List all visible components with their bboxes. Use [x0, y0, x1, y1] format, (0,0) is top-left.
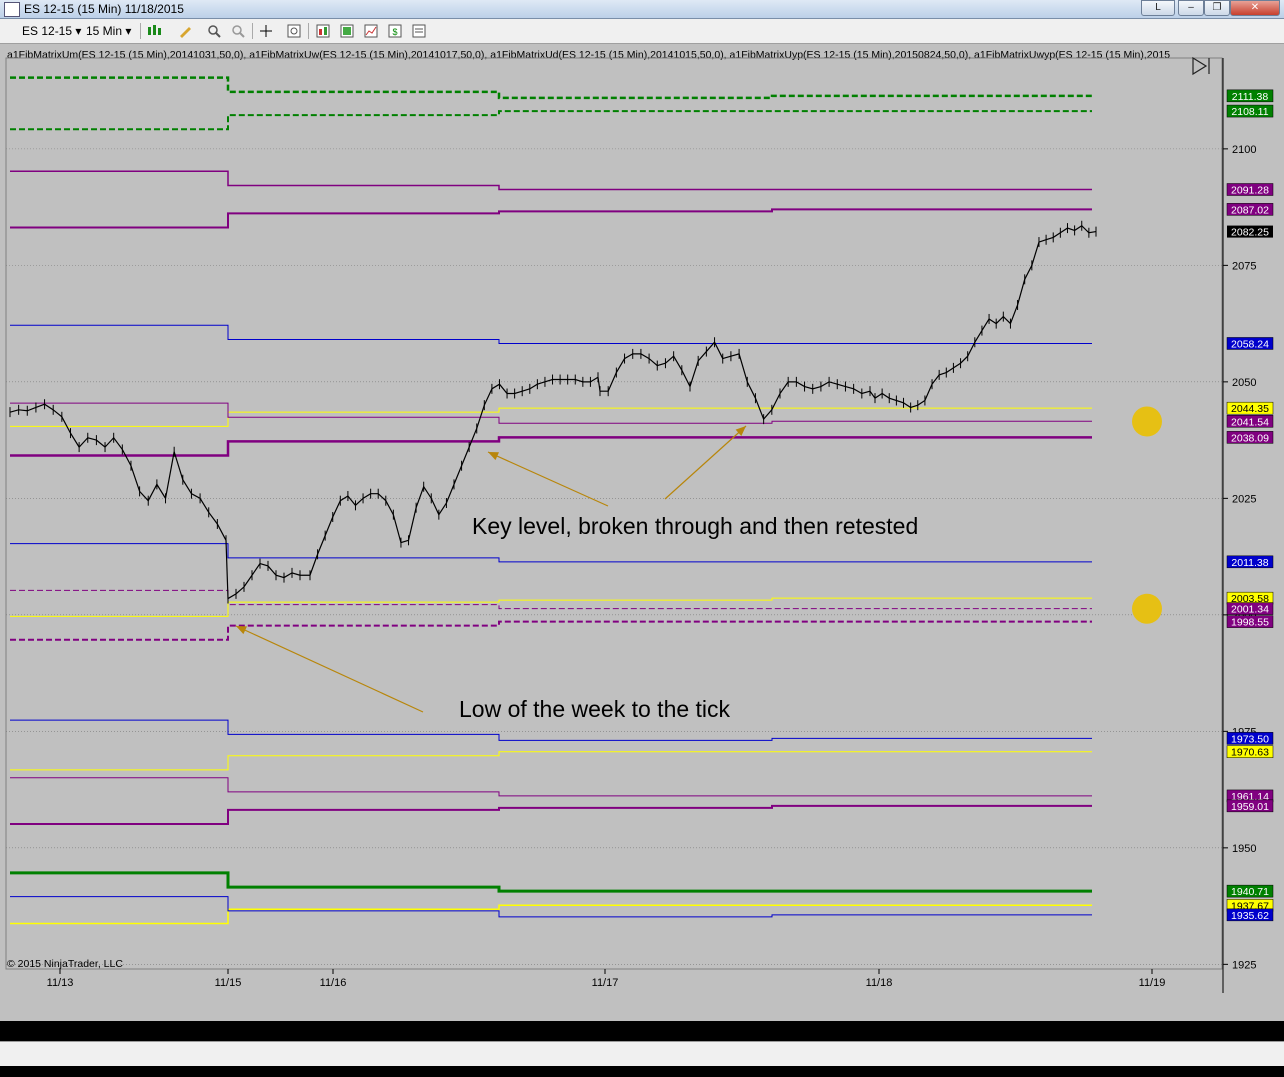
time-tick-label: 11/17 [592, 977, 619, 989]
close-button[interactable]: ✕ [1230, 0, 1280, 16]
level-line-1959-01 [10, 804, 1092, 826]
interval-value: 15 Min [86, 24, 123, 38]
time-tick-label: 11/15 [215, 977, 242, 989]
level-line-2091-28 [10, 170, 1092, 191]
pencil-icon[interactable] [177, 23, 193, 39]
annotation-arrow-line [487, 451, 609, 507]
level-line-1973-50 [10, 719, 1092, 741]
zoom-out-icon[interactable] [230, 23, 246, 39]
link-button[interactable]: L [1141, 0, 1175, 16]
level-price-label: 1940.71 [1231, 886, 1269, 898]
signal-dot [1132, 406, 1162, 437]
copyright-label: © 2015 NinjaTrader, LLC [7, 958, 123, 970]
price-tick-label: 2050 [1232, 377, 1256, 389]
horizontal-scrollbar[interactable] [0, 1041, 1284, 1066]
level-line-2011-38 [10, 543, 1092, 563]
signal-dot [1132, 593, 1162, 624]
level-line-1935-62 [10, 896, 1092, 918]
level-line-2003-58 [10, 597, 1092, 617]
last-price-label: 2082.25 [1231, 227, 1269, 239]
window-title: ES 12-15 (15 Min) 11/18/2015 [24, 2, 184, 16]
chart-app-icon [4, 2, 20, 17]
zoom-in-icon[interactable] [206, 23, 222, 39]
crosshair-icon[interactable] [258, 23, 274, 39]
level-line-2087-02 [10, 208, 1092, 229]
level-price-label: 2011.38 [1231, 557, 1268, 569]
chart-toolbar: ES 12-15 ▾ 15 Min ▾ $ [0, 19, 1284, 44]
annotation-arrow-line [235, 625, 424, 713]
level-price-label: 2041.54 [1231, 416, 1269, 428]
level-price-label: 1998.55 [1231, 617, 1269, 629]
price-tick-label: 2025 [1232, 493, 1256, 505]
level-line-1961-14 [10, 777, 1092, 797]
level-price-label: 1973.50 [1231, 733, 1269, 745]
level-price-label: 2044.35 [1231, 403, 1269, 415]
price-tick-label: 1950 [1232, 843, 1256, 855]
time-tick-label: 11/18 [866, 977, 893, 989]
order-icon[interactable]: $ [387, 23, 403, 39]
price-tick-label: 1925 [1232, 959, 1256, 971]
level-price-label: 2001.34 [1231, 604, 1269, 616]
indicators-icon[interactable] [315, 23, 331, 39]
minimize-button[interactable]: – [1178, 0, 1204, 16]
chart-properties-icon[interactable] [286, 23, 302, 39]
price-tick-label: 2100 [1232, 144, 1256, 156]
time-tick-label: 11/16 [320, 977, 347, 989]
chart-panel[interactable]: a1FibMatrixUm(ES 12-15 (15 Min),20141031… [0, 44, 1284, 1066]
level-line-2041-54 [10, 402, 1092, 424]
level-line-2111-38 [10, 76, 1092, 100]
level-line-1940-71 [10, 871, 1092, 893]
price-chart[interactable]: 1925195019752000202520502075210011/1311/… [0, 44, 1284, 1041]
instrument-selector[interactable]: ES 12-15 ▾ [22, 23, 81, 39]
level-price-label: 1959.01 [1231, 801, 1269, 813]
price-line [9, 224, 1097, 600]
instrument-value: ES 12-15 [22, 24, 73, 38]
price-tick-label: 2075 [1232, 260, 1256, 272]
data-box-icon[interactable] [411, 23, 427, 39]
maximize-button[interactable]: ❐ [1204, 0, 1230, 16]
level-price-label: 1970.63 [1231, 747, 1269, 759]
scroll-to-end-icon [1192, 56, 1210, 76]
strategies-icon[interactable] [339, 23, 355, 39]
level-line-2001-34 [10, 589, 1092, 610]
time-tick-label: 11/13 [47, 977, 74, 989]
title-bar: ES 12-15 (15 Min) 11/18/2015 L – ❐ ✕ [0, 0, 1284, 19]
level-price-label: 2111.38 [1232, 91, 1269, 103]
time-tick-label: 11/19 [1139, 977, 1166, 989]
candlestick-style-icon[interactable] [146, 23, 162, 39]
level-price-label: 2038.09 [1231, 432, 1269, 444]
svg-text:$: $ [392, 27, 397, 37]
level-line-2038-09 [10, 436, 1092, 457]
level-line-1998-55 [10, 620, 1092, 641]
annotation-week-low: Low of the week to the tick [459, 696, 731, 722]
level-line-1970-63 [10, 751, 1092, 771]
level-price-label: 2091.28 [1231, 185, 1269, 197]
level-price-label: 2108.11 [1231, 106, 1268, 118]
interval-selector[interactable]: 15 Min ▾ [86, 23, 131, 39]
level-price-label: 2058.24 [1231, 338, 1269, 350]
level-line-2058-24 [10, 324, 1092, 344]
annotation-key-level: Key level, broken through and then retes… [472, 513, 918, 539]
level-line-2108-11 [10, 110, 1092, 131]
line-chart-icon[interactable] [363, 23, 379, 39]
level-price-label: 2087.02 [1231, 204, 1269, 216]
level-price-label: 1935.62 [1231, 910, 1269, 922]
